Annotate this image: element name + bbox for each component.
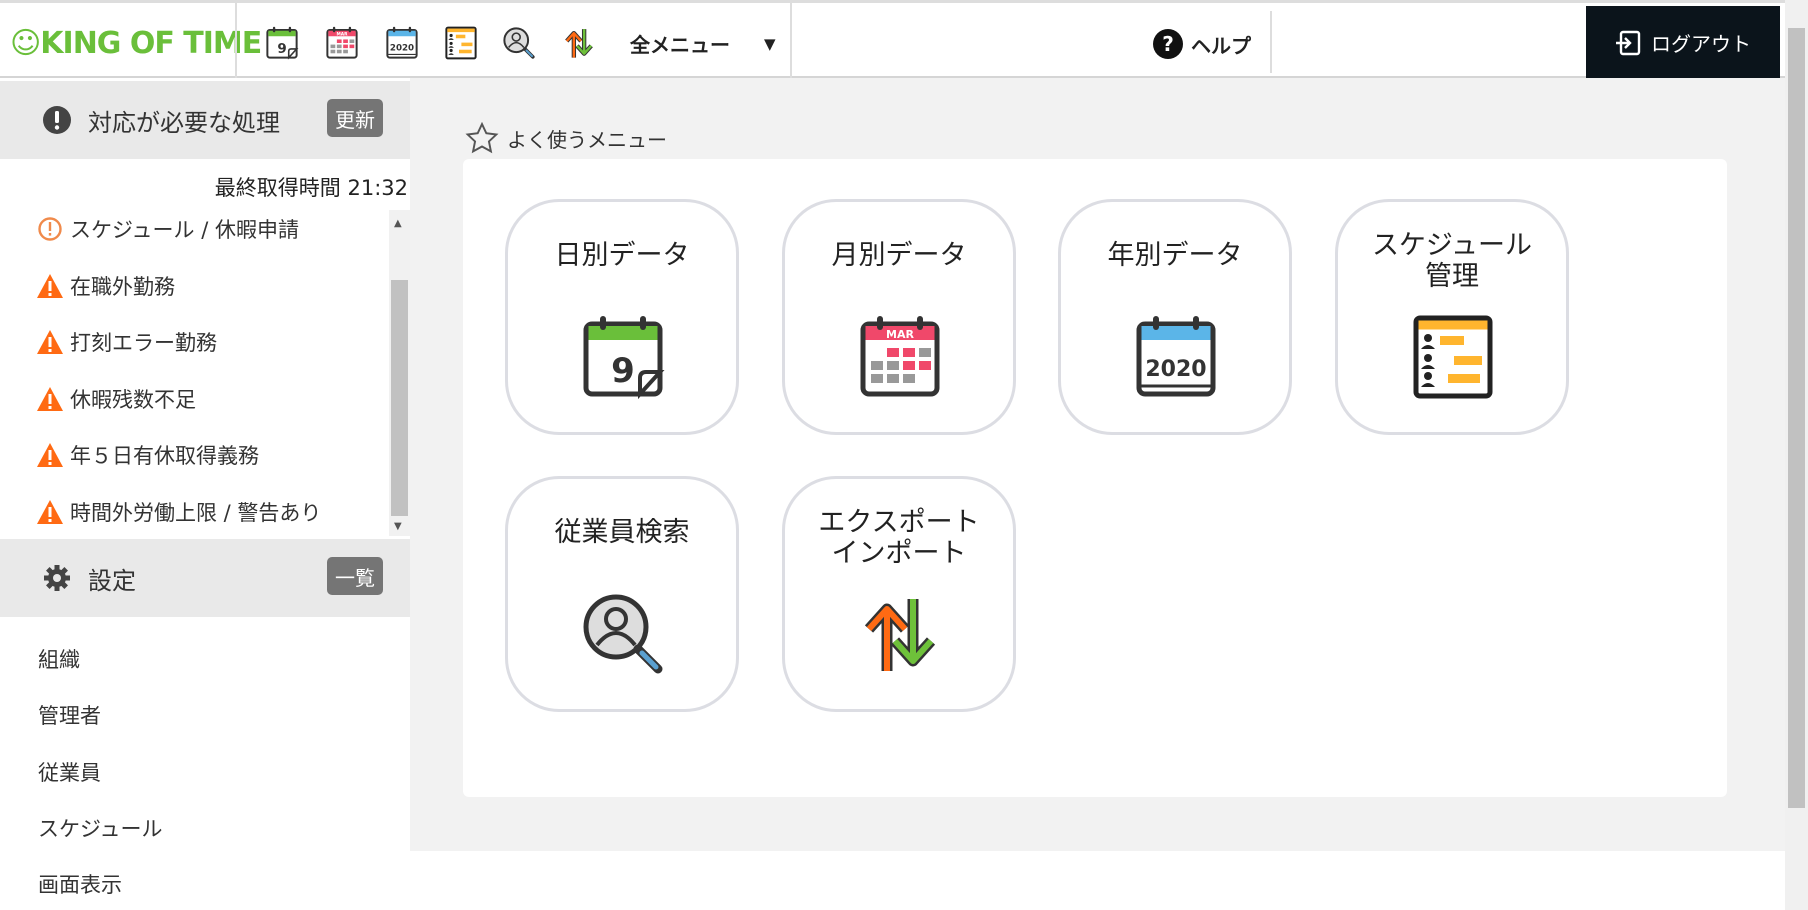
svg-text:9: 9 [277, 42, 286, 57]
tile-label: 日別データ [508, 240, 736, 271]
pending-item[interactable]: 休暇残数不足 [36, 384, 196, 414]
tile-label: 従業員検索 [508, 517, 736, 548]
favorites-heading: よく使うメニュー [465, 122, 667, 154]
tile-label-line2: 管理 [1425, 261, 1479, 292]
schedule-icon [1410, 314, 1496, 400]
pending-item[interactable]: スケジュール / 休暇申請 [36, 214, 299, 244]
warning-icon [37, 273, 63, 298]
page-scrollbar[interactable] [1785, 0, 1808, 910]
scrollbar-thumb[interactable] [391, 280, 408, 516]
scroll-up-arrow-icon[interactable]: ▲ [394, 218, 402, 229]
logo-text: KING OF TIME [40, 25, 262, 61]
settings-item[interactable]: スケジュール [38, 813, 163, 843]
settings-item[interactable]: 管理者 [38, 700, 101, 730]
monthly-data-shortcut-icon[interactable]: MAR [325, 25, 359, 61]
settings-item[interactable]: 組織 [38, 644, 80, 674]
pending-item-label: 在職外勤務 [70, 274, 175, 299]
pending-item-label: スケジュール / 休暇申請 [70, 218, 299, 242]
all-menu-dropdown[interactable]: 全メニュー [630, 29, 730, 58]
yearly-data-shortcut-icon[interactable]: 2020 [385, 25, 419, 61]
daily-icon: 9 [580, 314, 666, 400]
tile-label: 年別データ [1061, 240, 1289, 271]
exim-icon [857, 591, 943, 677]
scroll-down-arrow-icon[interactable]: ▼ [394, 521, 402, 532]
settings-item[interactable]: 画面表示 [38, 869, 122, 899]
sidebar: 対応が必要な処理 更新 最終取得時間 21:32 スケジュール / 休暇申請 在職… [0, 78, 410, 910]
tile-label: 月別データ [785, 240, 1013, 271]
help-link[interactable]: ? ヘルプ [1153, 29, 1251, 59]
refresh-button[interactable]: 更新 [327, 99, 383, 137]
daily-data-shortcut-icon[interactable]: 9 [265, 25, 299, 61]
tile-label-line1: 従業員検索 [554, 517, 690, 548]
scrollbar-thumb[interactable] [1788, 28, 1805, 808]
tile-label-line1: 日別データ [554, 240, 690, 271]
pending-item-label: 時間外労働上限 / 警告あり [70, 500, 322, 525]
pending-item[interactable]: 打刻エラー勤務 [36, 327, 217, 357]
tile-label-line1: 年別データ [1107, 240, 1243, 271]
logout-button[interactable]: ログアウト [1586, 6, 1780, 79]
monthly-icon: MAR [857, 314, 943, 400]
top-header: ☺ KING OF TIME 9 MAR 2020 全メニュー ▼ ? ヘルプ ログ… [0, 0, 1785, 79]
settings-header: 設定 一覧 [0, 539, 410, 617]
tile-label-line1: 月別データ [831, 240, 967, 271]
last-fetched-time: 最終取得時間 21:32 [214, 176, 408, 200]
info-circle-icon [38, 217, 62, 241]
pending-item[interactable]: 在職外勤務 [36, 271, 175, 301]
help-icon: ? [1153, 29, 1183, 59]
schedule-shortcut-icon[interactable] [444, 25, 478, 61]
pending-item-label: 打刻エラー勤務 [70, 331, 217, 355]
star-icon[interactable] [465, 122, 499, 154]
menu-tile-exim[interactable]: エクスポート インポート [782, 476, 1016, 712]
menu-tile-daily[interactable]: 日別データ 9 [505, 199, 739, 435]
svg-text:MAR: MAR [337, 31, 349, 37]
svg-text:MAR: MAR [886, 328, 914, 341]
tile-label: スケジュール 管理 [1338, 230, 1566, 292]
pending-item[interactable]: 時間外労働上限 / 警告あり [36, 497, 321, 527]
gear-icon [44, 565, 70, 591]
menu-tile-yearly[interactable]: 年別データ 2020 [1058, 199, 1292, 435]
divider [1270, 11, 1272, 73]
caret-down-icon[interactable]: ▼ [764, 35, 776, 53]
pending-item-label: 年５日有休取得義務 [70, 444, 259, 468]
help-label: ヘルプ [1191, 33, 1251, 58]
logout-icon [1616, 30, 1641, 55]
search-icon [580, 591, 666, 677]
pending-item[interactable]: 年５日有休取得義務 [36, 440, 259, 470]
favorites-title: よく使うメニュー [507, 127, 667, 152]
warning-icon [37, 330, 63, 354]
employee-search-shortcut-icon[interactable] [502, 25, 536, 61]
pending-tasks-title: 対応が必要な処理 [88, 108, 280, 137]
settings-title: 設定 [88, 566, 136, 595]
menu-tile-search[interactable]: 従業員検索 [505, 476, 739, 712]
pending-item-label: 休暇残数不足 [70, 387, 196, 412]
tile-label: エクスポート インポート [785, 507, 1013, 569]
warning-icon [37, 499, 63, 524]
exclamation-circle-icon [43, 106, 71, 134]
tile-label-line1: スケジュール [1371, 230, 1533, 261]
svg-text:2020: 2020 [1145, 357, 1206, 382]
settings-list-button[interactable]: 一覧 [327, 557, 383, 595]
logout-label: ログアウト [1651, 32, 1751, 56]
king-of-time-logo[interactable]: ☺ KING OF TIME [10, 25, 262, 61]
tile-label-line2: インポート [831, 538, 967, 569]
menu-tile-schedule[interactable]: スケジュール 管理 [1335, 199, 1569, 435]
pending-list-scrollbar[interactable]: ▲ ▼ [389, 210, 410, 536]
divider [235, 3, 237, 78]
yearly-icon: 2020 [1133, 314, 1219, 400]
pending-tasks-header: 対応が必要な処理 更新 [0, 81, 410, 159]
export-import-shortcut-icon[interactable] [562, 25, 596, 61]
menu-tile-monthly[interactable]: 月別データ MAR [782, 199, 1016, 435]
settings-item[interactable]: 従業員 [38, 757, 101, 787]
warning-icon [37, 443, 63, 467]
warning-icon [37, 386, 63, 411]
svg-text:2020: 2020 [390, 44, 414, 54]
tile-label-line1: エクスポート [818, 507, 980, 538]
divider [790, 3, 792, 78]
svg-text:9: 9 [611, 351, 635, 391]
